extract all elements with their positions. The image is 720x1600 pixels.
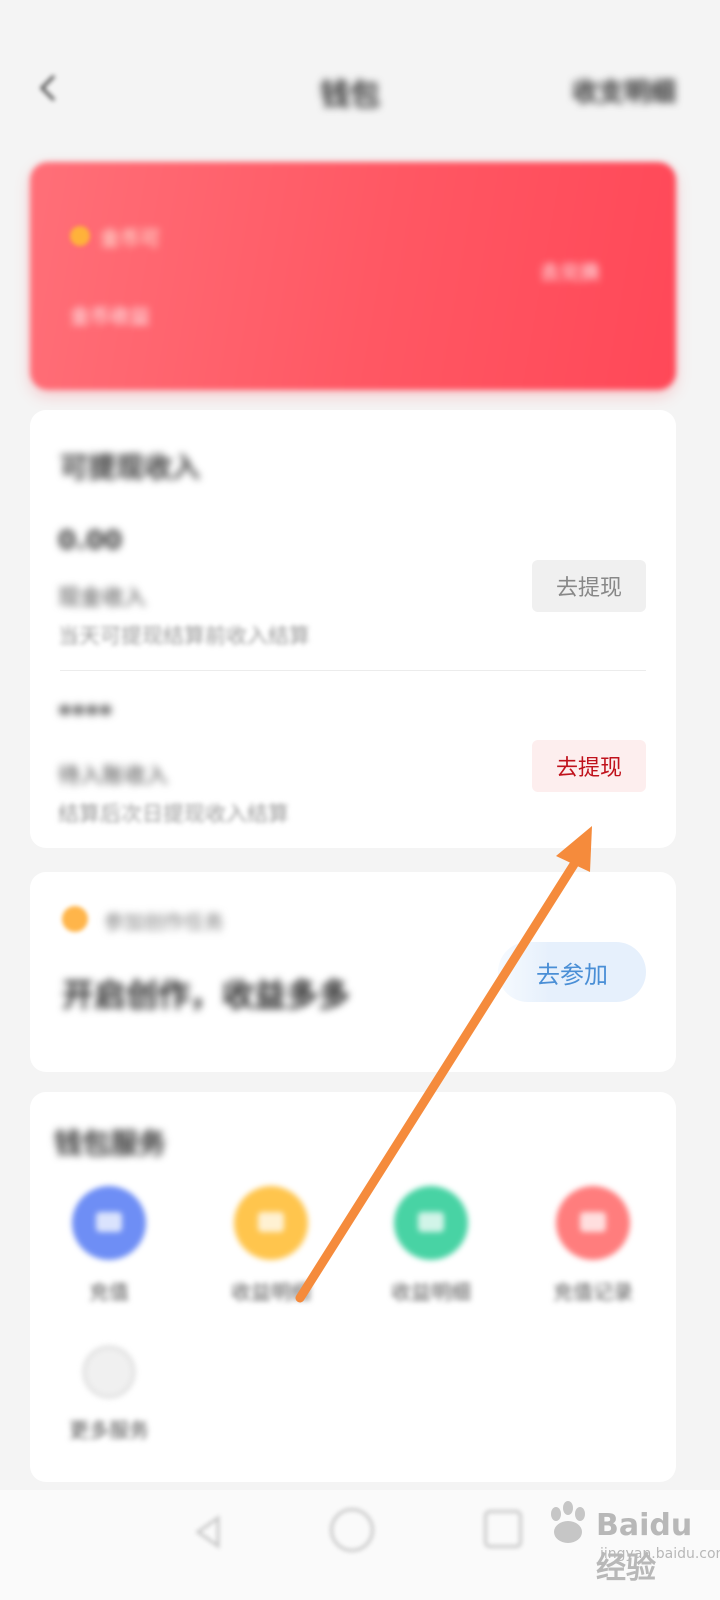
chart-icon (394, 1186, 468, 1260)
promo-headline: 开启创作，收益多多 (62, 976, 351, 1014)
service-item-records[interactable]: 充值记录 (518, 1186, 668, 1305)
watermark-url: jingyan.baidu.com (600, 1546, 720, 1562)
service-label: 更多服务 (69, 1418, 149, 1442)
income-row2-subtitle: 待入账收入 (58, 764, 169, 789)
promo-badge-icon (62, 906, 88, 932)
banner-tag: 金币可 (100, 226, 160, 250)
service-label: 充值 (89, 1280, 129, 1304)
service-item-recharge[interactable]: 充值 (34, 1186, 184, 1305)
services-section-title: 钱包服务 (54, 1127, 167, 1160)
more-icon (83, 1346, 135, 1398)
income-row1-note: 当天可提现结算前收入结算 (58, 624, 310, 648)
system-recent-icon[interactable] (484, 1510, 522, 1548)
coin-star-icon (70, 226, 90, 246)
service-label: 收益明细 (391, 1280, 471, 1304)
income-row1-amount: 0.00 (58, 526, 123, 556)
page-title: 钱包 (320, 78, 380, 113)
income-row2-note: 结算后次日提现收入结算 (58, 802, 289, 826)
wallet-icon (72, 1186, 146, 1260)
withdraw-button[interactable]: 去提现 (532, 740, 646, 792)
income-section-title: 可提现收入 (60, 451, 201, 484)
banner-exchange-link[interactable]: 去兑换 (540, 256, 600, 285)
transaction-detail-link[interactable]: 收支明细 (572, 72, 676, 109)
service-item-income[interactable]: 收益明细 (196, 1186, 346, 1305)
service-item-detail[interactable]: 收益明细 (356, 1186, 506, 1305)
banner-label: 金币收益 (70, 304, 150, 328)
coin-icon (234, 1186, 308, 1260)
join-button[interactable]: 去参加 (498, 942, 646, 1002)
service-label: 充值记录 (553, 1280, 633, 1304)
baidu-paw-icon (551, 1501, 585, 1543)
back-arrow-icon[interactable] (28, 68, 68, 108)
system-home-icon[interactable] (330, 1508, 374, 1552)
income-row2-amount: **** (58, 700, 113, 730)
promo-tag: 参加创作任务 (104, 910, 224, 934)
withdraw-button-disabled[interactable]: 去提现 (532, 560, 646, 612)
service-label: 收益明细 (231, 1280, 311, 1304)
divider (60, 670, 646, 671)
record-icon (556, 1186, 630, 1260)
system-back-icon[interactable] (186, 1510, 230, 1554)
service-item-more[interactable]: 更多服务 (34, 1346, 184, 1443)
income-row1-subtitle: 现金收入 (58, 586, 147, 611)
